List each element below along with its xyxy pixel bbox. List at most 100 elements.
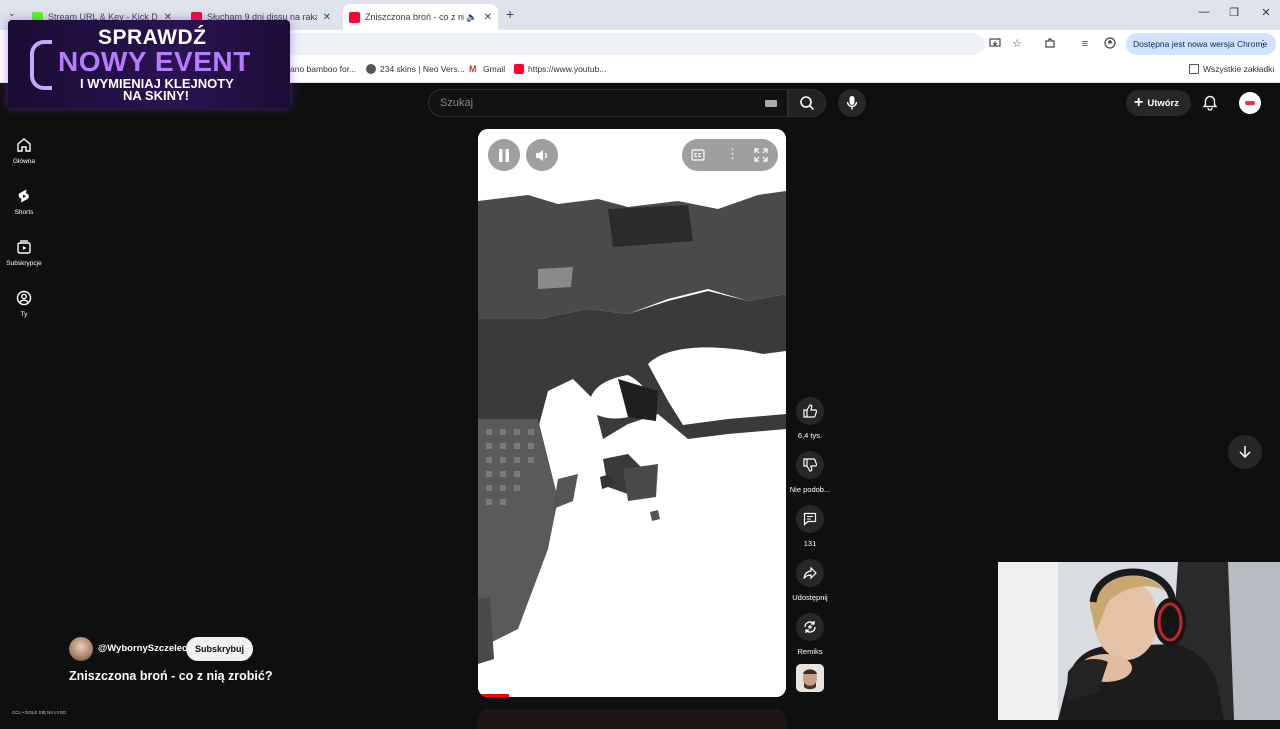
address-bar[interactable] (285, 33, 985, 55)
channel-name[interactable]: @WybornySzczelec (98, 643, 187, 654)
hook-icon (30, 40, 52, 90)
browser-tab-active[interactable]: Zniszczona broń - co z nią 🔈 ✕ (343, 4, 498, 30)
subscribe-button[interactable]: Subskrybuj (186, 637, 253, 661)
subscriptions-icon (17, 240, 31, 254)
all-bookmarks-button[interactable]: Wszystkie zakładki (1189, 64, 1274, 74)
nav-item-subscriptions[interactable]: Subskrypcje (0, 239, 48, 267)
streamer-webcam-overlay (998, 562, 1280, 720)
search-button[interactable] (788, 89, 826, 117)
bookmark-label: Gmail (483, 64, 506, 74)
account-avatar[interactable] (1239, 92, 1261, 114)
extensions-icon[interactable] (1043, 37, 1057, 51)
bookmark-item[interactable]: ano bamboo for... (290, 64, 356, 74)
create-button[interactable]: + Utwórz (1126, 90, 1191, 116)
voice-search-button[interactable] (838, 89, 866, 117)
search-input[interactable]: Szukaj (428, 89, 788, 117)
thumbs-up-icon (803, 404, 817, 418)
all-bookmarks-label: Wszystkie zakładki (1203, 64, 1275, 74)
like-count: 6,4 tys. (797, 431, 823, 440)
update-label: Dostępna jest nowa wersja Chrome (1133, 39, 1268, 49)
shorts-icon (18, 189, 29, 203)
notifications-bell-icon[interactable] (1202, 95, 1218, 111)
bookmark-label: ano bamboo for... (290, 64, 357, 74)
volume-icon (536, 149, 547, 161)
bookmark-item[interactable]: M Gmail (469, 64, 505, 74)
dislike-label: Nie podob... (789, 485, 831, 494)
folder-icon (1189, 64, 1199, 74)
next-short-preview[interactable] (478, 709, 786, 729)
dislike-button[interactable]: Nie podob... (788, 451, 832, 494)
pause-button[interactable] (488, 139, 520, 171)
bookmark-label: 234 skins | Neo Vers... (380, 64, 465, 74)
new-tab-button[interactable]: + (506, 6, 514, 22)
bookmark-star-icon[interactable]: ☆ (1010, 37, 1024, 51)
video-frame-broken-pistol (478, 129, 786, 697)
window-close-icon[interactable]: ✕ (1258, 6, 1274, 19)
speaker-icon[interactable]: 🔈 (466, 12, 477, 23)
nav-label: Główna (12, 158, 36, 165)
plus-icon: + (1134, 94, 1144, 111)
globe-icon (366, 64, 376, 74)
volume-button[interactable] (526, 139, 558, 171)
share-icon (803, 566, 817, 580)
youtube-logo[interactable] (50, 100, 110, 110)
captions-icon[interactable] (691, 149, 705, 161)
share-label: Udostępnij (792, 593, 828, 602)
bookmark-label: https://www.youtub... (528, 64, 607, 74)
gmail-icon: M (469, 64, 477, 74)
nav-label: Ty (20, 311, 28, 318)
player-controls-group: ⋮ (682, 139, 778, 171)
media-controls-icon[interactable]: ≡ (1078, 37, 1092, 51)
install-app-icon[interactable] (988, 37, 1002, 51)
close-icon[interactable]: ✕ (323, 12, 331, 23)
nav-label: Subskrypcje (6, 260, 42, 267)
remix-label: Remiks (797, 647, 823, 656)
user-icon (16, 290, 32, 306)
search-placeholder: Szukaj (440, 97, 474, 109)
stream-overlay-caption: CCL • GOLE SIĘ NA LYSO (12, 710, 67, 715)
share-button[interactable]: Udostępnij (788, 559, 832, 602)
nav-item-home[interactable]: Główna (0, 137, 48, 165)
profile-icon[interactable] (1103, 37, 1117, 51)
comment-count: 131 (803, 539, 817, 548)
bookmark-item[interactable]: https://www.youtub... (514, 64, 606, 74)
comment-icon (803, 512, 817, 526)
nav-item-shorts[interactable]: Shorts (0, 188, 48, 216)
channel-avatar[interactable] (69, 637, 93, 661)
nav-item-you[interactable]: Ty (0, 290, 48, 318)
pause-icon (499, 148, 509, 162)
channel-face-image (796, 664, 824, 692)
video-title[interactable]: Zniszczona broń - co z nią zrobić? (69, 669, 273, 683)
streamer-webcam-image (998, 562, 1280, 720)
more-menu-icon[interactable]: ⋮ (1258, 39, 1268, 50)
remix-icon (804, 621, 816, 633)
minimize-icon[interactable]: — (1196, 6, 1212, 18)
channel-thumbnail[interactable] (796, 664, 824, 692)
bookmark-item[interactable]: 234 skins | Neo Vers... (366, 64, 465, 74)
microphone-icon (846, 96, 858, 110)
video-progress-bar[interactable] (478, 694, 786, 697)
video-progress-fill (478, 694, 509, 697)
next-video-button[interactable] (1228, 435, 1262, 469)
youtube-icon (514, 64, 524, 74)
home-icon (17, 138, 31, 152)
more-options-icon[interactable]: ⋮ (726, 146, 739, 162)
tab-title: Zniszczona broń - co z nią (365, 12, 465, 22)
overlay-line: NA SKINY! (123, 88, 189, 103)
keyboard-icon[interactable] (765, 100, 777, 107)
shorts-video-player[interactable]: ⋮ (478, 129, 786, 697)
arrow-down-icon (1239, 446, 1251, 459)
event-overlay-banner: SPRAWDŹ NOWY EVENT I WYMIENIAJ KLEJNOTY … (8, 20, 290, 108)
like-button[interactable]: 6,4 tys. (788, 397, 832, 440)
overlay-headline: NOWY EVENT (58, 46, 251, 77)
close-icon[interactable]: ✕ (484, 12, 492, 23)
create-label: Utwórz (1147, 97, 1180, 109)
tab-search-chevron-icon[interactable]: ⌄ (8, 8, 16, 19)
youtube-icon (349, 11, 360, 23)
restore-icon[interactable]: ❐ (1226, 6, 1242, 19)
chrome-update-button[interactable]: Dostępna jest nowa wersja Chrome ⋮ (1126, 33, 1276, 55)
remix-button[interactable]: Remiks (788, 613, 832, 656)
comments-button[interactable]: 131 (788, 505, 832, 548)
thumbs-down-icon (803, 458, 817, 472)
fullscreen-icon[interactable] (754, 148, 768, 162)
